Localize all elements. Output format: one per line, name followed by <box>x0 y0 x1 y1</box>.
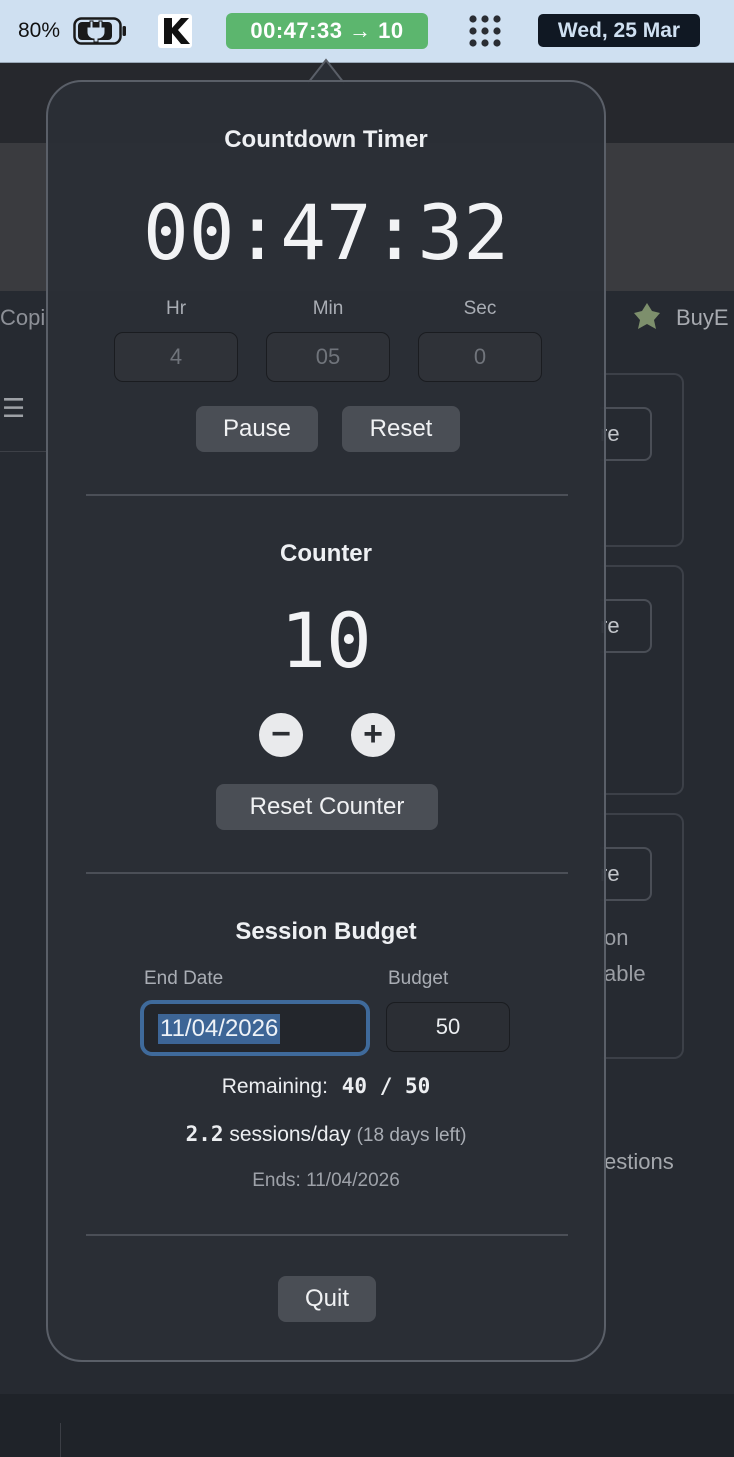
bookmark-right[interactable]: BuyE <box>676 305 729 331</box>
section-divider-3 <box>86 1234 568 1236</box>
session-budget-title: Session Budget <box>235 918 417 945</box>
end-date-input[interactable]: 11/04/2026 <box>140 1000 370 1056</box>
counter-title: Counter <box>280 540 372 567</box>
background-configure-button-1[interactable]: re <box>600 407 652 461</box>
countdown-timer-title: Countdown Timer <box>224 126 428 153</box>
rate-row: 2.2 sessions/day (18 days left) <box>48 1122 604 1147</box>
minutes-label: Min <box>312 298 344 319</box>
pause-button[interactable]: Pause <box>196 406 318 452</box>
end-date-label: End Date <box>144 968 224 989</box>
ends-date-text: Ends: 11/04/2026 <box>252 1170 400 1191</box>
background-suggestions-text: estions <box>604 1149 674 1174</box>
budget-label: Budget <box>388 968 449 989</box>
remaining-row: Remaining: 40 / 50 <box>48 1074 604 1099</box>
sidebar-divider <box>0 451 46 452</box>
end-date-selected-text: 11/04/2026 <box>158 1014 281 1044</box>
minutes-input[interactable]: 05 <box>266 332 390 382</box>
grid-dots-icon[interactable] <box>468 14 502 48</box>
battery-percentage: 80% <box>18 19 61 42</box>
menu-bar: 80% 00:47:33 → 10 Wed, 25 Mar <box>0 0 734 63</box>
counter-value: 10 <box>280 596 372 685</box>
reset-counter-button[interactable]: Reset Counter <box>216 784 438 830</box>
section-divider-1 <box>86 494 568 496</box>
sessions-per-day-value: 2.2 <box>185 1122 224 1146</box>
increment-button[interactable]: + <box>351 713 395 757</box>
timer-popover: Countdown Timer 00:47:32 Hr Min Sec 4 05… <box>46 58 606 1362</box>
remaining-value: 40 / 50 <box>341 1074 431 1098</box>
background-configure-button-2[interactable]: re <box>600 599 652 653</box>
background-card-text-1: on <box>604 925 629 950</box>
hours-input[interactable]: 4 <box>114 332 238 382</box>
bookmark-favicon-icon <box>634 303 660 329</box>
background-configure-button-3[interactable]: re <box>600 847 652 901</box>
k-app-icon[interactable] <box>158 14 192 48</box>
sessions-per-day-unit: sessions/day <box>229 1123 351 1146</box>
budget-input[interactable]: 50 <box>386 1002 510 1052</box>
quit-button[interactable]: Quit <box>278 1276 376 1322</box>
remaining-label: Remaining: <box>221 1075 328 1098</box>
seconds-input[interactable]: 0 <box>418 332 542 382</box>
days-left: (18 days left) <box>356 1125 467 1146</box>
bookmark-left[interactable]: Copi <box>0 305 45 331</box>
background-divider <box>60 1423 61 1457</box>
reset-button[interactable]: Reset <box>342 406 460 452</box>
battery-charging-icon[interactable] <box>73 17 127 45</box>
section-divider-2 <box>86 872 568 874</box>
menubar-timer-status[interactable]: 00:47:33 → 10 <box>226 13 428 49</box>
background-card-text-2: able <box>604 961 646 986</box>
seconds-label: Sec <box>463 298 497 319</box>
popover-body: Countdown Timer 00:47:32 Hr Min Sec 4 05… <box>46 80 606 1362</box>
countdown-display: 00:47:32 <box>142 188 510 277</box>
decrement-button[interactable]: − <box>259 713 303 757</box>
hours-label: Hr <box>165 298 187 319</box>
menubar-date[interactable]: Wed, 25 Mar <box>538 14 700 47</box>
hamburger-menu-icon[interactable]: ☰ <box>2 393 25 424</box>
